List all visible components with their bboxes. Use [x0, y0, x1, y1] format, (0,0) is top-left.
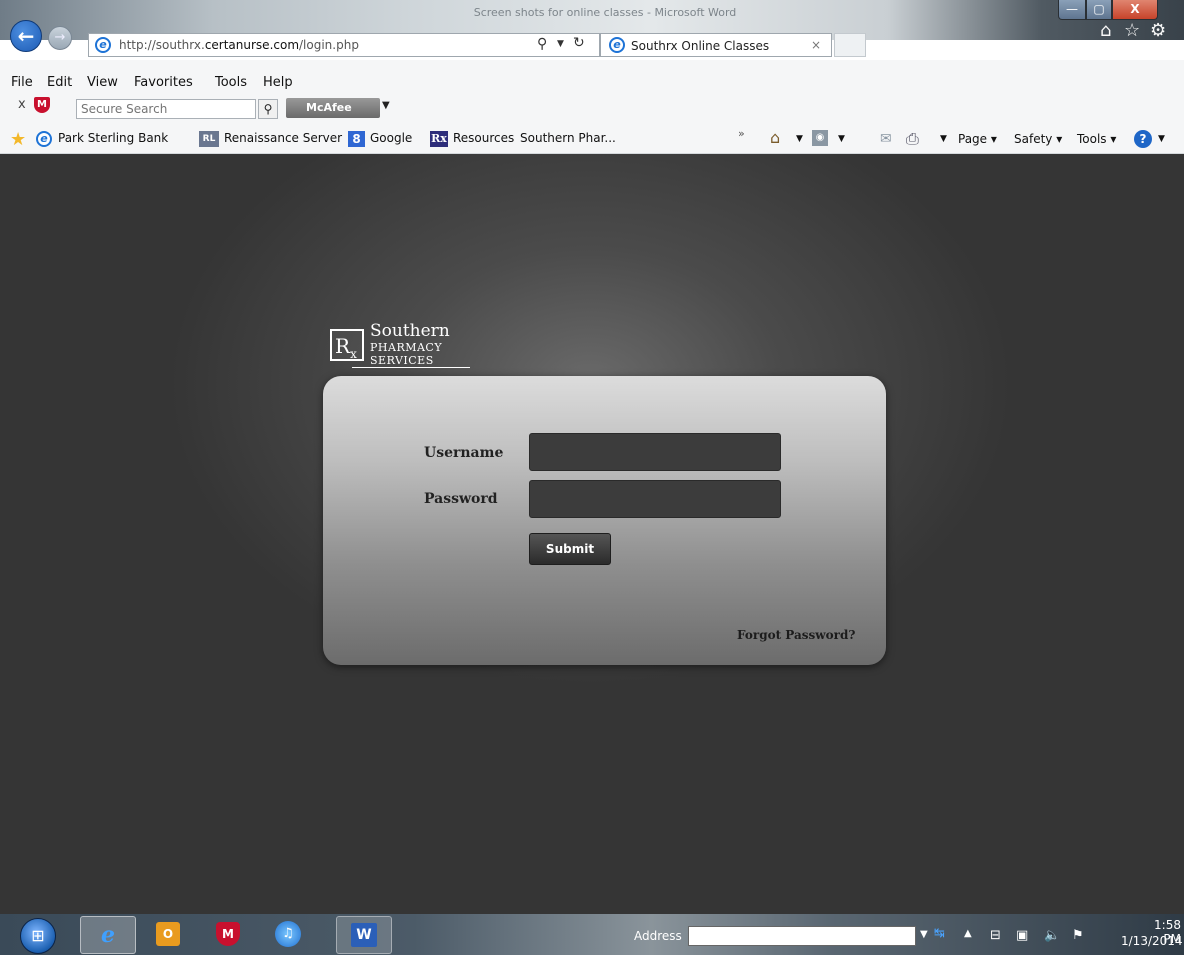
minimize-button[interactable]: — — [1058, 0, 1086, 20]
taskbar-mcafee[interactable]: M — [200, 916, 256, 954]
tab-close-icon[interactable]: × — [811, 38, 821, 52]
favorite-google[interactable]: Google — [370, 131, 412, 145]
tab-southrx[interactable]: e Southrx Online Classes × — [600, 33, 832, 57]
ie-page-icon: e — [95, 37, 111, 53]
arrow-left-icon: ← — [17, 24, 35, 48]
new-tab-button[interactable] — [834, 33, 866, 57]
menu-view[interactable]: View — [87, 75, 118, 90]
feeds-icon[interactable]: ◉ — [812, 130, 828, 146]
search-icon: ⚲ — [263, 102, 273, 116]
url-domain: certanurse.com — [204, 38, 300, 52]
chevron-down-icon[interactable]: ▼ — [920, 929, 928, 940]
chevron-down-icon[interactable]: ▼ — [557, 39, 564, 49]
chevron-down-icon[interactable]: ▼ — [838, 134, 845, 144]
star-icon[interactable]: ☆ — [1124, 20, 1140, 41]
google-icon: 8 — [348, 131, 365, 147]
tray-network-icon[interactable]: ⊟ — [990, 928, 1001, 943]
password-label: Password — [424, 491, 498, 507]
menu-tools[interactable]: Tools — [215, 75, 247, 90]
home-icon[interactable]: ⌂ — [770, 128, 780, 147]
chevron-down-icon[interactable]: ▼ — [940, 134, 947, 144]
windows-logo-icon: ⊞ — [31, 926, 45, 945]
chevron-down-icon[interactable]: ▼ — [796, 134, 803, 144]
print-icon[interactable]: ⎙ — [906, 129, 919, 149]
gear-icon[interactable]: ⚙ — [1150, 20, 1166, 41]
logo-line-services: SERVICES — [370, 354, 434, 367]
url-text[interactable]: http://southrx.certanurse.com/login.php — [119, 38, 359, 52]
favorite-park-sterling-bank[interactable]: Park Sterling Bank — [58, 131, 168, 145]
start-button[interactable]: ⊞ — [20, 918, 56, 954]
taskbar-address-label: Address — [634, 929, 682, 943]
arrow-right-icon: → — [54, 30, 66, 45]
logo-mark-r: R — [335, 334, 351, 358]
search-button[interactable]: ⚲ — [258, 99, 278, 119]
password-input[interactable] — [529, 480, 781, 518]
close-window-button[interactable]: X — [1112, 0, 1158, 20]
mail-icon[interactable]: ✉ — [880, 131, 892, 147]
username-label: Username — [424, 445, 504, 461]
taskbar-itunes[interactable]: ♫ — [260, 916, 316, 954]
logo-line-pharmacy: PHARMACY — [370, 341, 443, 354]
favorite-southern-pharmacy[interactable]: Southern Phar... — [520, 131, 616, 145]
favorites-star-icon[interactable]: ★ — [10, 129, 26, 150]
chevron-down-icon[interactable]: ▼ — [382, 100, 390, 111]
rx-logo-mark: Rx — [330, 329, 364, 361]
favorite-resources[interactable]: Resources — [453, 131, 514, 145]
search-icon[interactable]: ⚲ — [537, 36, 547, 52]
page-menu[interactable]: Page ▾ — [958, 132, 997, 146]
action-center-flag-icon[interactable]: ⚑ — [1072, 928, 1084, 943]
forgot-password-link[interactable]: Forgot Password? — [737, 628, 855, 642]
tray-monitor-icon[interactable]: ▣ — [1016, 928, 1028, 943]
refresh-icon[interactable]: ↻ — [573, 35, 585, 51]
mcafee-button[interactable]: McAfee — [286, 98, 380, 118]
help-icon[interactable]: ? — [1134, 130, 1152, 148]
username-input[interactable] — [529, 433, 781, 471]
itunes-icon: ♫ — [275, 921, 301, 947]
safety-menu[interactable]: Safety ▾ — [1014, 132, 1062, 146]
tab-title: Southrx Online Classes — [631, 39, 770, 53]
word-icon: W — [351, 923, 377, 947]
address-bar[interactable]: e http://southrx.certanurse.com/login.ph… — [88, 33, 600, 57]
mcafee-shield-icon: M — [34, 97, 50, 113]
logo-underline — [352, 367, 470, 368]
url-prefix: http://southrx. — [119, 38, 205, 52]
secure-search-input[interactable] — [76, 99, 256, 119]
ie-icon: e — [36, 131, 52, 147]
maximize-button[interactable]: ▢ — [1086, 0, 1112, 20]
southern-pharmacy-logo: Rx Southern PHARMACY SERVICES — [330, 321, 480, 371]
go-arrow-icon[interactable]: ↹ — [934, 926, 945, 941]
window-title: Screen shots for online classes - Micros… — [473, 6, 737, 19]
forward-button[interactable]: → — [48, 26, 72, 50]
back-button[interactable]: ← — [10, 20, 42, 52]
logo-line-southern: Southern — [370, 321, 450, 341]
taskbar-word[interactable]: W — [336, 916, 392, 954]
show-hidden-icons[interactable]: ▲ — [964, 928, 972, 939]
chevron-down-icon[interactable]: ▼ — [1158, 134, 1165, 144]
home-icon[interactable]: ⌂ — [1100, 20, 1111, 41]
rx-icon: Rx — [430, 131, 448, 147]
tools-menu[interactable]: Tools ▾ — [1077, 132, 1116, 146]
taskbar-outlook[interactable]: O — [140, 916, 196, 954]
menu-edit[interactable]: Edit — [47, 75, 72, 90]
rl-icon: RL — [199, 131, 219, 147]
menu-help[interactable]: Help — [263, 75, 293, 90]
ie-tab-icon: e — [609, 37, 625, 53]
login-panel: Username Password Submit Forgot Password… — [323, 376, 886, 665]
favorite-renaissance-server[interactable]: Renaissance Server — [224, 131, 342, 145]
taskbar-internet-explorer[interactable]: e — [80, 916, 136, 954]
menu-favorites[interactable]: Favorites — [134, 75, 193, 90]
url-path: /login.php — [299, 38, 359, 52]
taskbar-address-input[interactable] — [688, 926, 916, 946]
clock-date[interactable]: 1/13/2014 — [1121, 934, 1183, 948]
close-toolbar-icon[interactable]: x — [18, 97, 26, 112]
outlook-icon: O — [156, 922, 180, 946]
mcafee-icon: M — [216, 922, 240, 946]
logo-mark-x: x — [350, 347, 357, 361]
more-favorites-icon[interactable]: » — [738, 127, 745, 140]
menu-file[interactable]: File — [11, 75, 33, 90]
volume-icon[interactable]: 🔈 — [1044, 928, 1060, 943]
submit-button[interactable]: Submit — [529, 533, 611, 565]
